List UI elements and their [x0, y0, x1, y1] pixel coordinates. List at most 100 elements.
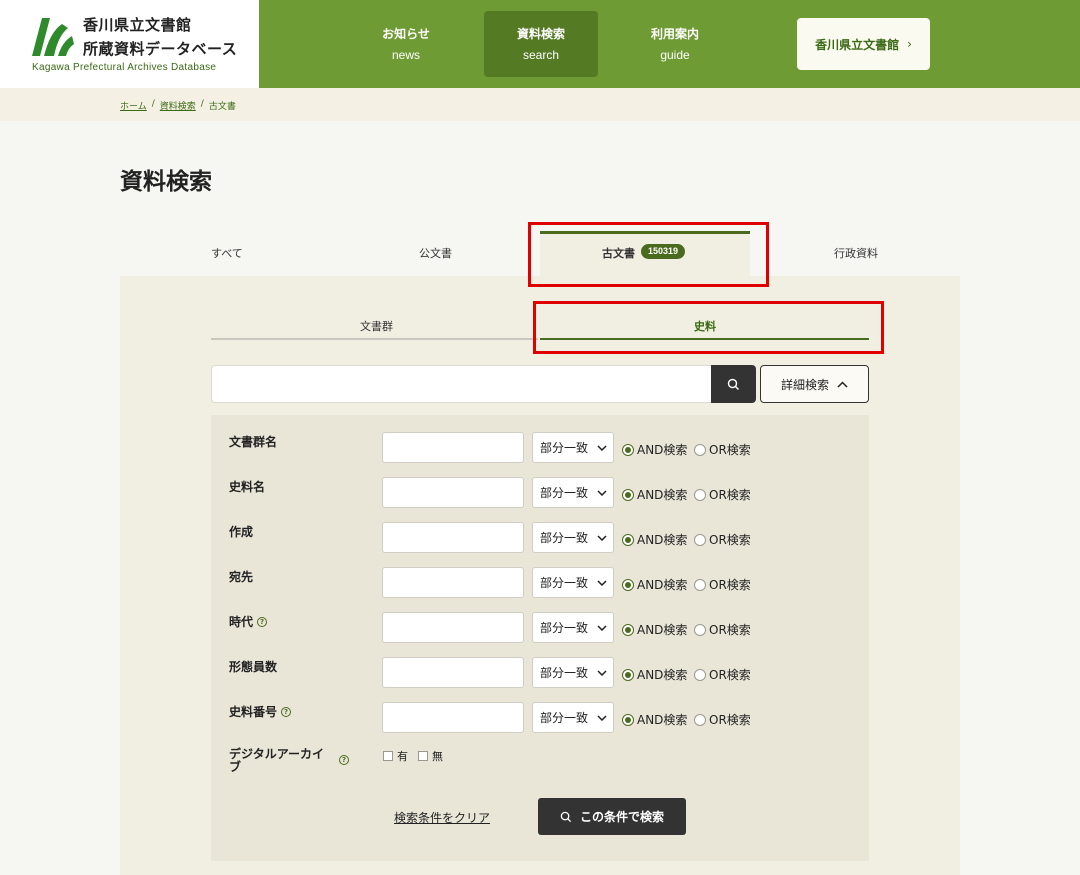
nav-search-label: 資料検索	[516, 27, 565, 41]
field-label-material-number: 史料番号?	[229, 703, 292, 720]
chevron-down-icon	[597, 444, 607, 451]
chevron-down-icon	[597, 714, 607, 721]
era-input[interactable]	[382, 612, 524, 643]
match-select[interactable]: 部分一致	[532, 432, 614, 463]
field-label-form-count: 形態員数	[229, 660, 278, 674]
field-label-document-group-name: 文書群名	[229, 435, 278, 449]
or-search-radio[interactable]: OR検索	[694, 486, 751, 503]
match-select[interactable]: 部分一致	[532, 567, 614, 598]
or-search-radio[interactable]: OR検索	[694, 531, 751, 548]
breadcrumb-current: 古文書	[208, 102, 236, 112]
radio-checked-icon	[622, 488, 634, 501]
radio-checked-icon	[622, 443, 634, 456]
digital-archive-no-checkbox[interactable]: 無	[418, 748, 443, 764]
and-search-radio[interactable]: AND検索	[622, 441, 687, 458]
subtab-underline	[211, 338, 538, 340]
nav-search-en: search	[522, 48, 560, 62]
help-icon[interactable]: ?	[257, 616, 268, 627]
radio-checked-icon	[622, 623, 634, 636]
match-select[interactable]: 部分一致	[532, 612, 614, 643]
nav-guide-en: guide	[660, 48, 690, 62]
subtab-document-group[interactable]: 文書群	[360, 318, 393, 334]
nav-news-en: news	[391, 48, 420, 62]
and-search-radio[interactable]: AND検索	[622, 666, 687, 683]
tab-administrative-materials[interactable]: 行政資料	[834, 245, 878, 261]
page-title: 資料検索	[120, 169, 212, 195]
radio-unchecked-icon	[694, 578, 706, 591]
keyword-search-input[interactable]	[211, 365, 711, 403]
checkbox-icon	[383, 751, 393, 761]
radio-checked-icon	[622, 668, 634, 681]
help-icon[interactable]: ?	[339, 755, 349, 765]
search-button[interactable]	[711, 365, 756, 403]
or-search-radio[interactable]: OR検索	[694, 576, 751, 593]
radio-unchecked-icon	[694, 668, 706, 681]
chevron-down-icon	[597, 669, 607, 676]
field-label-material-name: 史料名	[229, 480, 266, 494]
match-select[interactable]: 部分一致	[532, 477, 614, 508]
and-search-radio[interactable]: AND検索	[622, 621, 687, 638]
search-with-conditions-label: この条件で検索	[579, 810, 664, 824]
radio-unchecked-icon	[694, 713, 706, 726]
chevron-up-icon	[837, 380, 848, 388]
chevron-down-icon	[597, 624, 607, 631]
clear-conditions-link[interactable]: 検索条件をクリア	[394, 809, 490, 826]
breadcrumb-search[interactable]: 資料検索	[160, 99, 196, 112]
advanced-search-toggle[interactable]: 詳細検索	[760, 365, 869, 403]
and-search-radio[interactable]: AND検索	[622, 531, 687, 548]
or-search-radio[interactable]: OR検索	[694, 666, 751, 683]
radio-unchecked-icon	[694, 488, 706, 501]
chevron-down-icon	[597, 489, 607, 496]
checkbox-icon	[418, 751, 428, 761]
nav-search[interactable]: 資料検索 search	[484, 11, 598, 77]
logo-subtitle: Kagawa Prefectural Archives Database	[32, 62, 217, 73]
and-search-radio[interactable]: AND検索	[622, 576, 687, 593]
material-number-input[interactable]	[382, 702, 524, 733]
highlight-box	[533, 301, 884, 354]
search-icon	[727, 378, 739, 390]
radio-checked-icon	[622, 578, 634, 591]
chevron-right-icon: ›	[907, 37, 912, 51]
chevron-down-icon	[597, 579, 607, 586]
addressee-input[interactable]	[382, 567, 524, 598]
tab-public-documents[interactable]: 公文書	[419, 245, 452, 261]
material-name-input[interactable]	[382, 477, 524, 508]
search-icon	[560, 811, 572, 822]
digital-archive-yes-checkbox[interactable]: 有	[383, 748, 408, 764]
search-with-conditions-button[interactable]: この条件で検索	[538, 798, 686, 835]
form-count-input[interactable]	[382, 657, 524, 688]
tab-all[interactable]: すべて	[211, 245, 243, 261]
radio-unchecked-icon	[694, 623, 706, 636]
radio-checked-icon	[622, 713, 634, 726]
field-label-era: 時代?	[229, 613, 268, 630]
field-label-addressee: 宛先	[229, 570, 254, 584]
match-select[interactable]: 部分一致	[532, 657, 614, 688]
breadcrumb: ホーム / 資料検索 / 古文書	[120, 99, 236, 112]
nav-news[interactable]: お知らせ news	[349, 11, 463, 77]
nav-guide-label: 利用案内	[650, 27, 699, 41]
site-header: 香川県立文書館 所蔵資料データベース Kagawa Prefectural Ar…	[0, 0, 1080, 88]
creator-input[interactable]	[382, 522, 524, 553]
or-search-radio[interactable]: OR検索	[694, 711, 751, 728]
and-search-radio[interactable]: AND検索	[622, 711, 687, 728]
archive-site-button[interactable]: 香川県立文書館 ›	[797, 18, 930, 70]
nav-guide[interactable]: 利用案内 guide	[618, 11, 732, 77]
advanced-search-label: 詳細検索	[780, 377, 829, 392]
logo-title-line2: 所蔵資料データベース	[83, 40, 238, 58]
breadcrumb-bar: ホーム / 資料検索 / 古文書	[0, 88, 1080, 121]
logo-mark-icon	[32, 18, 74, 56]
radio-unchecked-icon	[694, 443, 706, 456]
highlight-box	[528, 222, 769, 287]
and-search-radio[interactable]: AND検索	[622, 486, 687, 503]
nav-news-label: お知らせ	[382, 27, 430, 41]
match-select[interactable]: 部分一致	[532, 522, 614, 553]
site-logo[interactable]: 香川県立文書館 所蔵資料データベース Kagawa Prefectural Ar…	[0, 0, 259, 88]
breadcrumb-home[interactable]: ホーム	[120, 99, 147, 112]
chevron-down-icon	[597, 534, 607, 541]
match-select[interactable]: 部分一致	[532, 702, 614, 733]
or-search-radio[interactable]: OR検索	[694, 441, 751, 458]
help-icon[interactable]: ?	[281, 706, 292, 717]
document-group-name-input[interactable]	[382, 432, 524, 463]
radio-checked-icon	[622, 533, 634, 546]
or-search-radio[interactable]: OR検索	[694, 621, 751, 638]
